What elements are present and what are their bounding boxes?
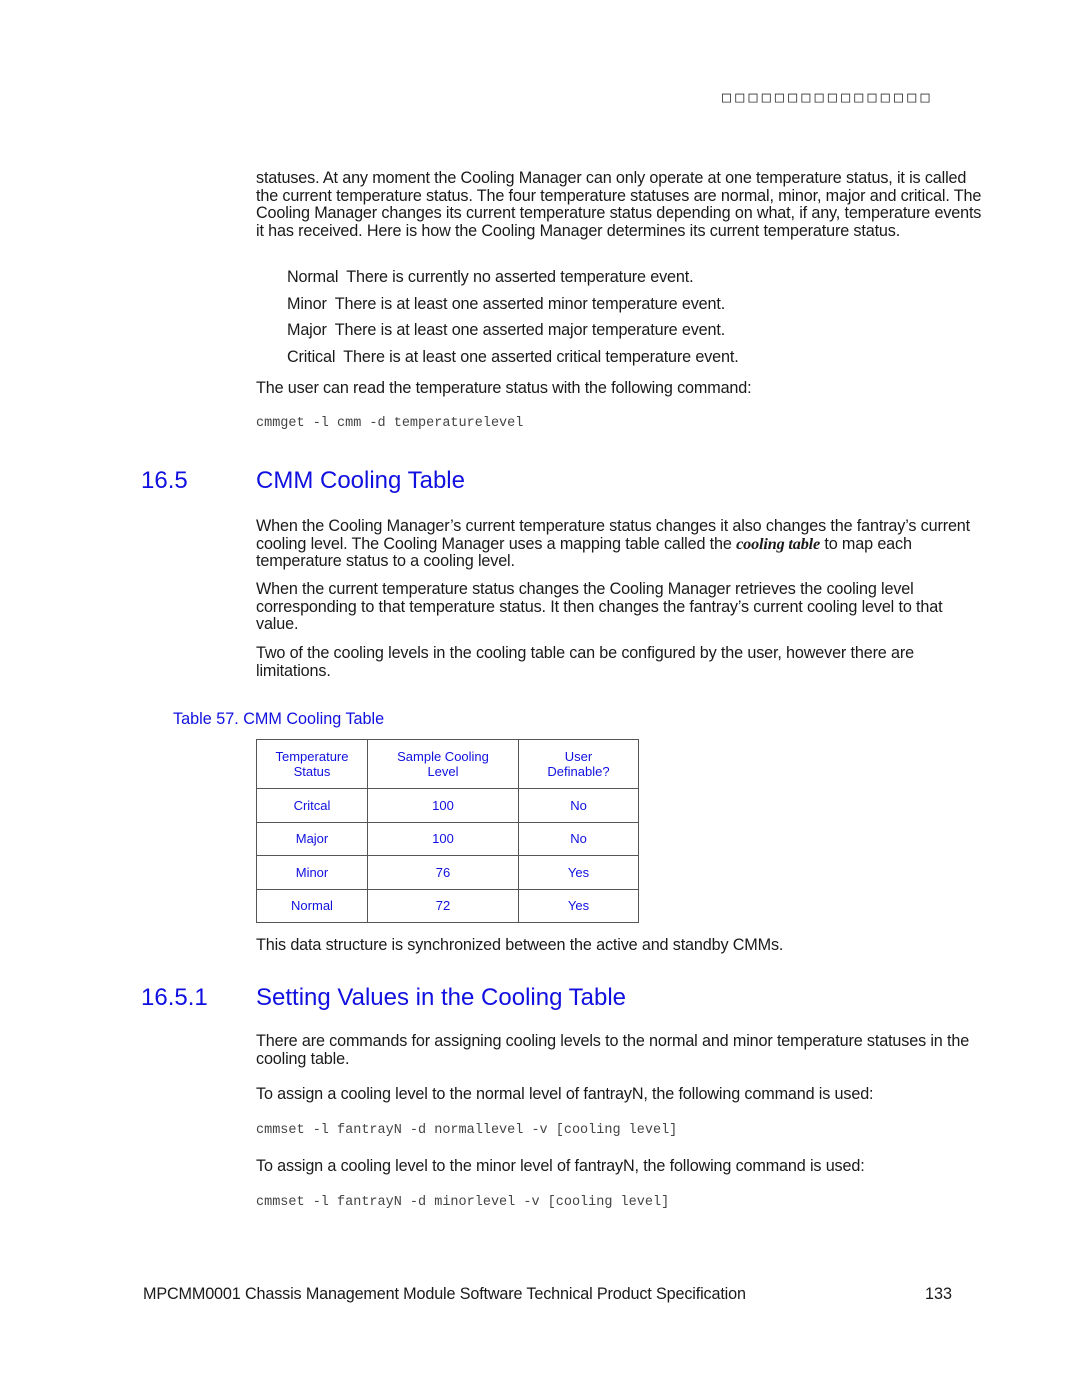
definition-minor: Minor There is at least one asserted mino… — [287, 295, 725, 313]
cell-user-definable: No — [518, 821, 639, 856]
intro-paragraph: statuses. At any moment the Cooling Mana… — [256, 169, 982, 240]
section-number: 16.5.1 — [141, 984, 208, 1011]
definition-normal: Normal There is currently no asserted tem… — [287, 268, 694, 286]
cell-temperature-status: Normal — [256, 888, 368, 923]
cell-cooling-level: 72 — [367, 888, 519, 923]
section-title: CMM Cooling Table — [256, 467, 465, 494]
column-header-sample-cooling-level: Sample Cooling Level — [367, 739, 519, 789]
table-header-row: Temperature Status Sample Cooling Level Us… — [256, 739, 639, 789]
definition-description: There is at least one asserted major tem… — [334, 321, 726, 339]
cell-user-definable: Yes — [518, 888, 639, 923]
definition-description: There is currently no asserted temperatu… — [346, 268, 694, 286]
table-caption: Table 57. CMM Cooling Table — [173, 710, 385, 728]
term-cooling-table: cooling table — [736, 534, 821, 553]
footer-document-title: MPCMM0001 Chassis Management Module Soft… — [143, 1285, 746, 1303]
section-number: 16.5 — [141, 467, 188, 494]
section-title: Setting Values in the Cooling Table — [256, 984, 627, 1011]
setting-values-paragraph-2: To assign a cooling level to the normal … — [256, 1085, 874, 1103]
cooling-table-paragraph-2: When the current temperature status chan… — [256, 580, 943, 634]
read-command-intro: The user can read the temperature status… — [256, 379, 752, 397]
cooling-table-paragraph-3: Two of the cooling levels in the cooling… — [256, 644, 914, 680]
code-read-temperature-level: cmmget -l cmm -d temperaturelevel — [256, 416, 524, 431]
cmm-cooling-table: Temperature Status Sample Cooling Level Us… — [256, 739, 639, 923]
column-header-user-definable: User Definable? — [518, 739, 639, 789]
cell-cooling-level: 100 — [367, 788, 519, 823]
definition-description: There is at least one asserted critical … — [343, 348, 739, 366]
table-row: Minor 76 Yes — [256, 855, 639, 890]
definition-term: Minor — [287, 295, 327, 313]
cell-cooling-level: 100 — [367, 821, 519, 856]
table-row: Critcal 100 No — [256, 788, 639, 823]
running-header: □□□□□□□□□□□□□□□□ — [722, 88, 934, 106]
setting-values-paragraph-3: To assign a cooling level to the minor l… — [256, 1157, 865, 1175]
cooling-table-paragraph-1: When the Cooling Manager’s current tempe… — [256, 517, 986, 571]
cell-temperature-status: Critcal — [256, 788, 368, 823]
table-row: Major 100 No — [256, 821, 639, 856]
table-row: Normal 72 Yes — [256, 888, 639, 923]
footer-page-number: 133 — [925, 1285, 953, 1303]
setting-values-paragraph-1: There are commands for assigning cooling… — [256, 1032, 970, 1068]
cell-cooling-level: 76 — [367, 855, 519, 890]
definition-critical: Critical There is at least one asserted c… — [287, 348, 739, 366]
definition-major: Major There is at least one asserted majo… — [287, 321, 725, 339]
cell-user-definable: No — [518, 788, 639, 823]
sync-note: This data structure is synchronized betw… — [256, 936, 784, 954]
code-set-normal-level: cmmset -l fantrayN -d normallevel -v [co… — [256, 1123, 678, 1138]
cell-user-definable: Yes — [518, 855, 639, 890]
code-set-minor-level: cmmset -l fantrayN -d minorlevel -v [coo… — [256, 1195, 670, 1210]
cell-temperature-status: Major — [256, 821, 368, 856]
column-header-temperature-status: Temperature Status — [256, 739, 368, 789]
definition-term: Critical — [287, 348, 336, 366]
definition-description: There is at least one asserted minor tem… — [334, 295, 726, 313]
definition-term: Major — [287, 321, 327, 339]
definition-term: Normal — [287, 268, 339, 286]
cell-temperature-status: Minor — [256, 855, 368, 890]
